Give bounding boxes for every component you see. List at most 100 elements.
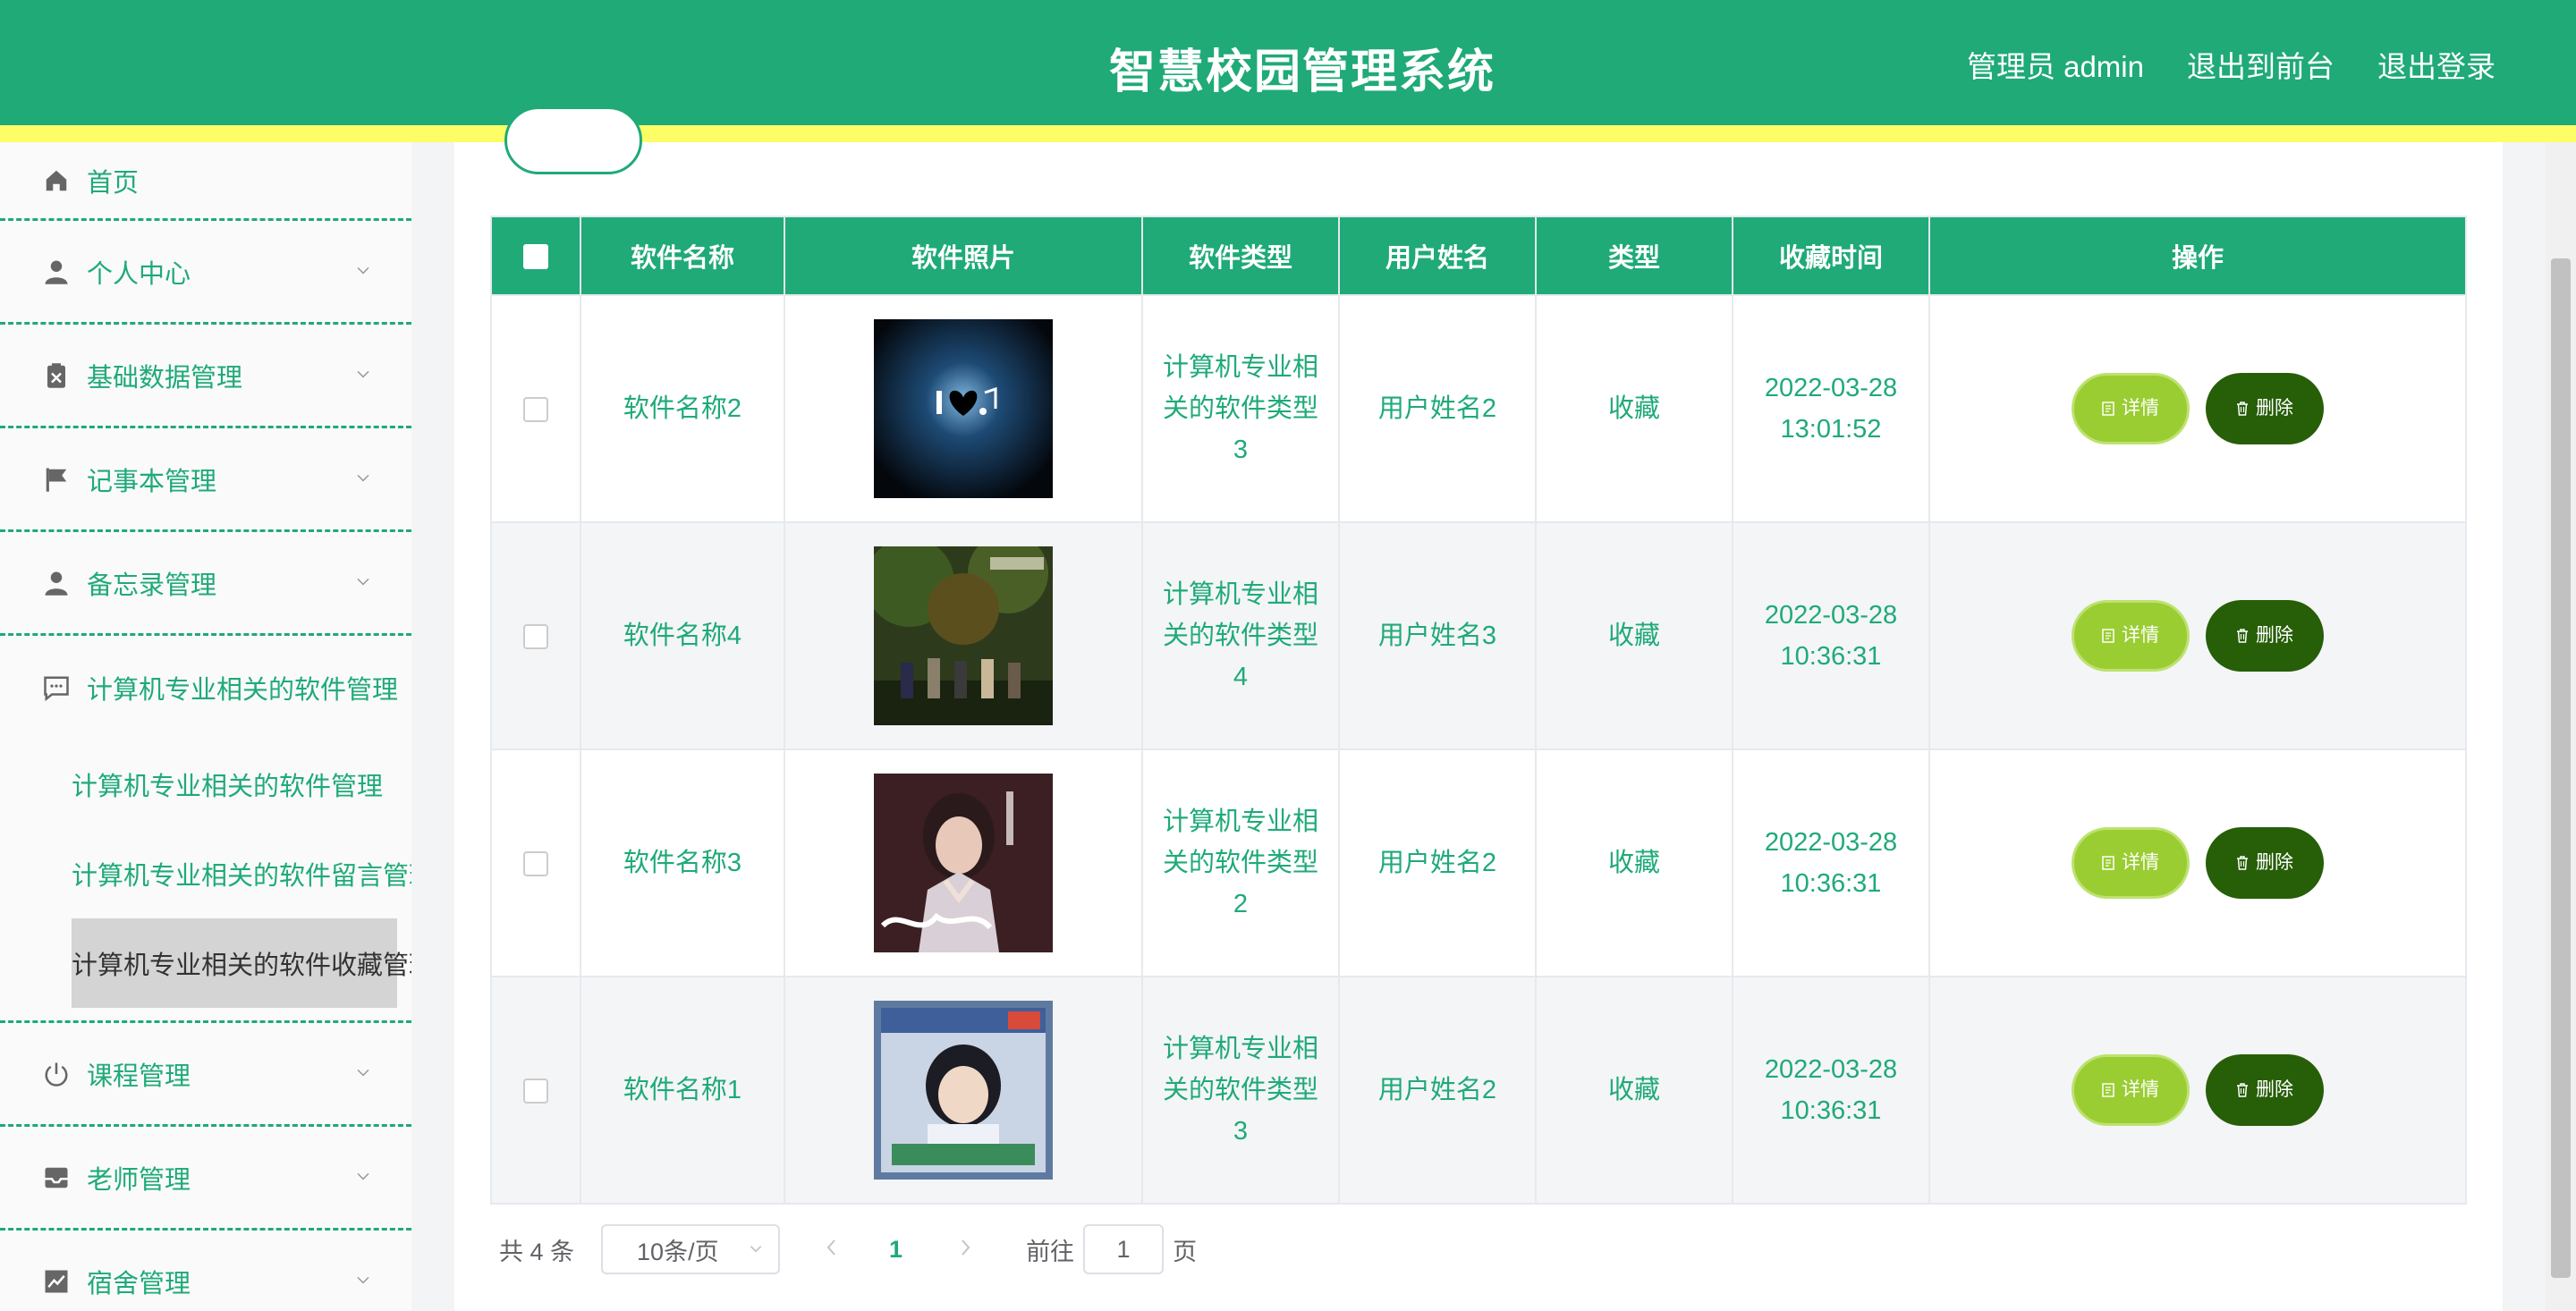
sidebar-item-label: 记事本管理	[87, 467, 217, 496]
detail-button[interactable]: 详情	[2072, 373, 2190, 444]
sidebar-subitem-software-favorites[interactable]: 计算机专业相关的软件收藏管理	[0, 918, 411, 1008]
actions-cell: 详情 删除	[1929, 749, 2467, 977]
software-type-cell: 计算机专业相 关的软件类型 3	[1142, 294, 1340, 522]
batch-delete-button[interactable]	[504, 106, 642, 174]
inbox-icon	[43, 1164, 70, 1191]
detail-label: 详情	[2122, 1079, 2159, 1100]
software-type-cell: 计算机专业相 关的软件类型 2	[1142, 749, 1340, 977]
main-panel: 软件名称 软件照片 软件类型 用户姓名 类型 收藏时间 操作 软件名称2 计算机…	[454, 106, 2503, 1311]
prev-page-button[interactable]	[825, 1234, 852, 1264]
row-checkbox[interactable]	[523, 397, 548, 423]
delete-button[interactable]: 删除	[2206, 373, 2324, 444]
row-checkbox[interactable]	[523, 851, 548, 877]
app-header: 智慧校园管理系统 管理员 admin 退出到前台 退出登录	[0, 0, 2576, 125]
pagination: 共 4 条 10条/页 1 前往 页	[499, 1224, 1197, 1274]
sidebar-item-course[interactable]: 课程管理	[0, 1023, 411, 1127]
next-page-button[interactable]	[958, 1234, 972, 1264]
header-accent-stripe	[0, 125, 2576, 142]
software-name-cell: 软件名称3	[580, 749, 785, 977]
detail-button[interactable]: 详情	[2072, 1054, 2190, 1126]
detail-button[interactable]: 详情	[2072, 600, 2190, 672]
document-icon	[2102, 629, 2114, 643]
row-select-cell	[491, 749, 581, 977]
actions-cell: 详情 删除	[1929, 976, 2467, 1204]
software-name-cell: 软件名称4	[580, 521, 785, 749]
software-name-cell: 软件名称1	[580, 976, 785, 1204]
software-name-cell: 软件名称2	[580, 294, 785, 522]
favorite-time-cell: 2022-03-28 10:36:31	[1733, 976, 1930, 1204]
col-software-type: 软件类型	[1142, 216, 1340, 295]
col-user-name: 用户姓名	[1339, 216, 1537, 295]
sidebar-item-notebook[interactable]: 记事本管理	[0, 428, 411, 532]
delete-button[interactable]: 删除	[2206, 827, 2324, 899]
kind-cell: 收藏	[1536, 749, 1733, 977]
actions-cell: 详情 删除	[1929, 521, 2467, 749]
logout-link[interactable]: 退出登录	[2377, 43, 2496, 86]
delete-label: 删除	[2256, 625, 2293, 646]
row-checkbox[interactable]	[523, 624, 548, 650]
sidebar-submenu-software: 计算机专业相关的软件管理 计算机专业相关的软件管理 计算机专业相关的软件留言管理…	[0, 636, 411, 1023]
kind-cell: 收藏	[1536, 294, 1733, 522]
sidebar-subitem-software-manage[interactable]: 计算机专业相关的软件管理	[0, 740, 411, 829]
sidebar-subitem-software-messages[interactable]: 计算机专业相关的软件留言管理	[0, 829, 411, 918]
select-all-checkbox[interactable]	[523, 243, 548, 269]
sidebar-item-basic-data[interactable]: 基础数据管理	[0, 325, 411, 428]
sidebar-item-label: 个人中心	[87, 259, 191, 289]
sidebar-item-personal[interactable]: 个人中心	[0, 221, 411, 325]
delete-label: 删除	[2256, 398, 2293, 419]
sidebar-item-label: 基础数据管理	[87, 363, 243, 393]
delete-label: 删除	[2256, 852, 2293, 873]
to-front-link[interactable]: 退出到前台	[2187, 43, 2334, 86]
software-photo-cell	[784, 976, 1143, 1204]
software-photo	[874, 319, 1053, 498]
sidebar-item-label: 课程管理	[87, 1061, 191, 1091]
current-user-link[interactable]: 管理员 admin	[1967, 43, 2144, 86]
chevron-down-icon	[357, 578, 369, 585]
col-favorite-time: 收藏时间	[1733, 216, 1930, 295]
delete-button[interactable]: 删除	[2206, 600, 2324, 672]
scrollbar-thumb[interactable]	[2551, 258, 2571, 1278]
table-row: 软件名称4 计算机专业相 关的软件类型 4 用户姓名3 收藏 2022-03-2…	[491, 521, 2467, 749]
sidebar-item-label: 宿舍管理	[87, 1269, 191, 1298]
trash-icon	[2237, 402, 2248, 416]
chat-icon	[43, 674, 70, 701]
page-scrollbar[interactable]	[2546, 142, 2576, 1311]
sidebar-item-dorm[interactable]: 宿舍管理	[0, 1231, 411, 1311]
software-photo-cell	[784, 294, 1143, 522]
power-icon	[43, 1061, 70, 1087]
software-photo-cell	[784, 749, 1143, 977]
row-checkbox[interactable]	[523, 1078, 548, 1104]
sidebar-item-label: 首页	[87, 168, 140, 198]
col-kind: 类型	[1536, 216, 1733, 295]
page-size-select[interactable]: 10条/页	[601, 1224, 781, 1274]
row-select-cell	[491, 976, 581, 1204]
chart-icon	[43, 1268, 70, 1295]
software-photo-cell	[784, 521, 1143, 749]
software-photo	[874, 546, 1053, 725]
chevron-right-icon	[962, 1239, 970, 1256]
user-name-cell: 用户姓名2	[1339, 749, 1537, 977]
header-links: 管理员 admin 退出到前台 退出登录	[1967, 43, 2496, 86]
sidebar-item-label: 老师管理	[87, 1165, 191, 1195]
sidebar-item-label: 计算机专业相关的软件管理	[87, 676, 399, 705]
sidebar-item-memo[interactable]: 备忘录管理	[0, 532, 411, 636]
row-select-cell	[491, 521, 581, 749]
sidebar-item-software[interactable]: 计算机专业相关的软件管理	[0, 636, 411, 740]
delete-label: 删除	[2256, 1079, 2293, 1100]
trash-icon	[2237, 856, 2248, 870]
kind-cell: 收藏	[1536, 521, 1733, 749]
detail-button[interactable]: 详情	[2072, 827, 2190, 899]
user-name-cell: 用户姓名3	[1339, 521, 1537, 749]
software-type-cell: 计算机专业相 关的软件类型 4	[1142, 521, 1340, 749]
delete-button[interactable]: 删除	[2206, 1054, 2324, 1126]
page-number-current[interactable]: 1	[889, 1236, 902, 1264]
sidebar-item-home[interactable]: 首页	[0, 142, 411, 221]
detail-label: 详情	[2122, 852, 2159, 873]
user-icon	[43, 258, 70, 285]
pagination-total: 共 4 条	[499, 1238, 575, 1265]
favorite-time-cell: 2022-03-28 13:01:52	[1733, 294, 1930, 522]
goto-page-input[interactable]	[1083, 1224, 1165, 1274]
col-software-photo: 软件照片	[784, 216, 1143, 295]
sidebar-item-teacher[interactable]: 老师管理	[0, 1127, 411, 1231]
page-unit-label: 页	[1173, 1238, 1198, 1265]
